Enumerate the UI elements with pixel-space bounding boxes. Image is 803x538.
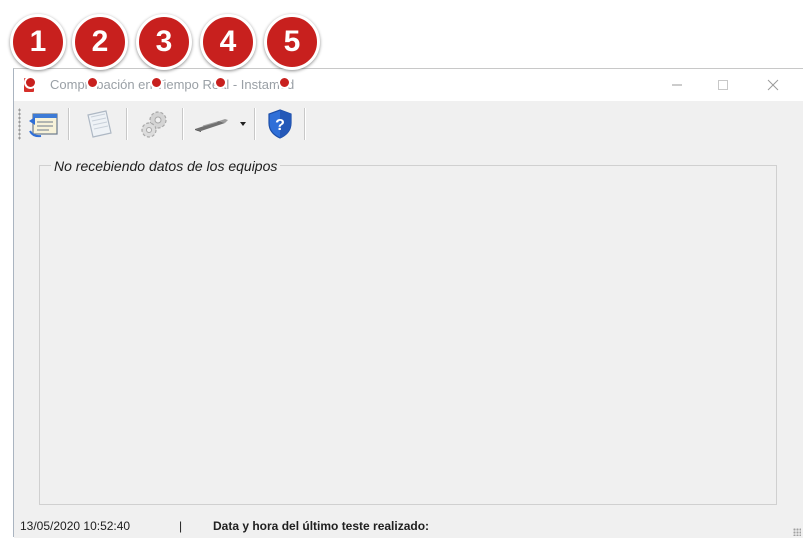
settings-gears-icon bbox=[141, 111, 167, 138]
toolbar-separator bbox=[254, 108, 256, 140]
help-shield-icon: ? bbox=[268, 109, 292, 139]
svg-text:?: ? bbox=[275, 117, 285, 134]
toolbar: ? bbox=[14, 102, 803, 144]
document-button[interactable] bbox=[76, 105, 122, 143]
toolbar-separator bbox=[182, 108, 184, 140]
report-button[interactable] bbox=[24, 105, 64, 143]
document-icon bbox=[87, 110, 112, 138]
callout-number: 3 bbox=[155, 25, 173, 58]
callout-number: 4 bbox=[219, 25, 237, 58]
title-bar[interactable]: Comprobación en Tiempo Real - Instamed bbox=[14, 69, 803, 101]
callout-3: 3 bbox=[136, 14, 192, 89]
close-icon bbox=[767, 79, 779, 91]
resize-grip[interactable] bbox=[793, 528, 801, 536]
callout-pointer bbox=[150, 76, 163, 89]
minimize-button[interactable] bbox=[654, 69, 700, 101]
callout-pointer bbox=[214, 76, 227, 89]
callout-number: 1 bbox=[29, 25, 47, 58]
callout-5: 5 bbox=[264, 14, 320, 89]
chevron-down-icon bbox=[240, 122, 246, 126]
help-button[interactable]: ? bbox=[260, 105, 300, 143]
callout-2: 2 bbox=[72, 14, 128, 89]
callout-4: 4 bbox=[200, 14, 256, 89]
callout-number: 2 bbox=[91, 25, 109, 58]
toolbar-separator bbox=[126, 108, 128, 140]
status-datetime: 13/05/2020 10:52:40 bbox=[20, 519, 131, 533]
settings-button[interactable] bbox=[132, 105, 178, 143]
maximize-icon bbox=[718, 80, 728, 90]
maximize-button[interactable] bbox=[700, 69, 746, 101]
toolbar-grip[interactable] bbox=[18, 108, 21, 140]
status-separator: | bbox=[179, 519, 183, 533]
report-icon bbox=[29, 113, 58, 138]
callout-pointer bbox=[24, 76, 37, 89]
data-groupbox bbox=[39, 165, 777, 505]
groupbox-label: No recebiendo datos de los equipos bbox=[51, 158, 281, 174]
callout-pointer bbox=[278, 76, 291, 89]
callout-pointer bbox=[86, 76, 99, 89]
usb-device-icon bbox=[195, 119, 228, 132]
status-label: Data y hora del último teste realizado: bbox=[213, 519, 430, 533]
usb-device-dropdown[interactable] bbox=[188, 105, 250, 143]
minimize-icon bbox=[672, 84, 682, 86]
callout-1: 1 bbox=[10, 14, 66, 89]
callout-number: 5 bbox=[283, 25, 301, 58]
status-bar: 13/05/2020 10:52:40 | Data y hora del úl… bbox=[14, 515, 803, 538]
toolbar-separator bbox=[68, 108, 70, 140]
app-window: Comprobación en Tiempo Real - Instamed ?… bbox=[13, 68, 803, 538]
close-button[interactable] bbox=[750, 69, 796, 101]
toolbar-separator bbox=[304, 108, 306, 140]
